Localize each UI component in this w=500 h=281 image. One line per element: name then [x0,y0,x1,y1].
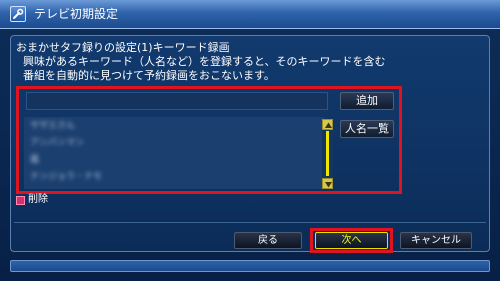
window-title: テレビ初期設定 [34,7,119,21]
back-button[interactable]: 戻る [234,232,302,249]
description-line: 番組を自動的に見つけて予約録画をおこないます。 [23,69,275,82]
delete-label: 削除 [28,194,48,205]
divider [14,222,486,223]
red-button-icon [16,196,25,205]
description-line: 興味があるキーワード（人名など）を登録すると、そのキーワードを含む [23,55,386,68]
wrench-icon [10,6,26,22]
next-highlight-frame [310,228,393,253]
highlight-frame [16,86,402,194]
description-heading: おまかせタフ録りの設定(1)キーワード録画 [16,41,230,54]
cancel-button[interactable]: キャンセル [400,232,472,249]
title-bar: テレビ初期設定 [0,0,500,29]
footer-bar [10,260,490,272]
